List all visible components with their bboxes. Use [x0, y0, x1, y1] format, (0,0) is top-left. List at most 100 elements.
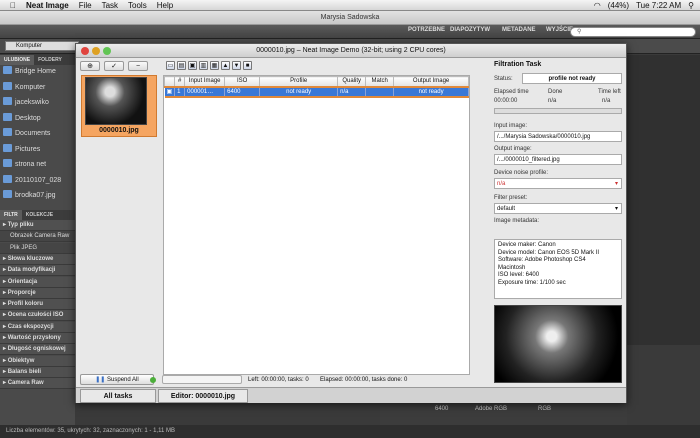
apple-icon[interactable]: 	[10, 1, 16, 10]
tab-favorites[interactable]: ULUBIONE	[0, 55, 35, 65]
battery-status[interactable]: (44%)	[608, 1, 629, 10]
lock-icon[interactable]: ■	[243, 61, 252, 70]
filter-item[interactable]: ▸ Obiektyw	[0, 355, 75, 367]
batch-icon[interactable]: ▥	[199, 61, 208, 70]
filter-label: Czas ekspozycji	[7, 323, 54, 330]
filter-item[interactable]: ▸ Orientacja	[0, 276, 75, 288]
move-up-icon[interactable]: ▲	[221, 61, 230, 70]
move-down-icon[interactable]: ▼	[232, 61, 241, 70]
status-left: Left: 00:00:00, tasks: 0	[248, 377, 309, 383]
sidebar-item-favorite[interactable]: Komputer	[3, 81, 75, 95]
task-status-row: ❚❚ Suspend All Left: 00:00:00, tasks: 0 …	[76, 374, 490, 386]
filter-item[interactable]: ▸ Profil koloru	[0, 299, 75, 311]
tab-filter[interactable]: FILTR	[0, 210, 22, 220]
sidebar-item-favorite[interactable]: brodka07.jpg	[3, 189, 75, 203]
suspend-all-button[interactable]: ❚❚ Suspend All	[80, 374, 154, 385]
workspace-potrzebne[interactable]: POTRZEBNE	[408, 27, 445, 33]
tab-all-tasks[interactable]: All tasks	[80, 389, 156, 403]
ft-timeleft-value: n/a	[602, 98, 611, 104]
add-image-icon: ⊕	[87, 63, 93, 70]
add-image-button[interactable]: ⊕	[80, 61, 100, 71]
filter-item[interactable]: ▸ Czas ekspozycji	[0, 321, 75, 333]
ft-progress	[494, 108, 622, 114]
tab-folders[interactable]: FOLDERY	[34, 55, 66, 65]
filter-label: Ocena czułości ISO	[7, 312, 64, 319]
col-icon[interactable]	[163, 76, 176, 87]
save-icon[interactable]: ▣	[188, 61, 197, 70]
filter-item[interactable]: ▸ Balans bieli	[0, 366, 75, 378]
filter-item[interactable]: ▸ Ocena czułości ISO	[0, 310, 75, 322]
filter-item[interactable]: ▸ Wartość przysłony	[0, 333, 75, 344]
col-profile[interactable]: Profile	[259, 76, 339, 87]
ft-elapsed-label: Elapsed time	[494, 89, 529, 95]
menu-task[interactable]: Task	[102, 1, 118, 10]
workspace-diapozytyw[interactable]: DIAPOZYTYW	[450, 27, 490, 33]
folder-icon	[3, 112, 12, 121]
search-input[interactable]: ⚲	[570, 27, 696, 37]
col-input-image[interactable]: Input Image	[184, 76, 226, 87]
workspace-metadane[interactable]: METADANE	[502, 27, 536, 33]
col-iso[interactable]: ISO	[224, 76, 261, 87]
filter-item[interactable]: Obrazek Camera Raw	[0, 231, 75, 243]
sidebar-item-favorite[interactable]: Desktop	[3, 112, 75, 126]
workspace-wyjscie[interactable]: WYJŚCIE	[546, 27, 573, 33]
filter-item[interactable]: ▸ Typ pliku	[0, 220, 75, 231]
col-output-image[interactable]: Output Image	[393, 76, 469, 87]
clock[interactable]: Tue 7:22 AM	[636, 1, 681, 10]
bridge-preview-panel	[627, 55, 700, 345]
wifi-icon[interactable]: ◠	[594, 1, 601, 10]
spotlight-icon[interactable]: ⚲	[688, 1, 694, 10]
meta-line: Device maker: Canon	[498, 242, 556, 248]
filter-item[interactable]: ▸ Długość ogniskowej	[0, 344, 75, 356]
menu-file[interactable]: File	[79, 1, 92, 10]
filter-item[interactable]: ▸ Proporcje	[0, 287, 75, 299]
sidebar-item-favorite[interactable]: Bridge Home	[3, 65, 75, 79]
path-computer[interactable]: Komputer	[5, 41, 79, 51]
meta-line: ISO level: 6400	[498, 272, 540, 278]
open-icon[interactable]: ▤	[177, 61, 186, 70]
filter-item[interactable]: Plik JPEG	[0, 242, 75, 254]
ft-noise-select[interactable]: n/a ▾	[494, 178, 622, 189]
meta-iso: 6400	[435, 406, 449, 412]
apply-button[interactable]: ✓	[104, 61, 124, 71]
row-iso: 6400	[224, 85, 261, 98]
filter-item[interactable]: ▸ Data modyfikacji	[0, 265, 75, 277]
filter-label: Balans bieli	[7, 368, 42, 375]
tab-editor[interactable]: Editor: 0000010.jpg	[158, 389, 248, 403]
minimize-icon[interactable]	[92, 47, 100, 55]
menu-app-name[interactable]: Neat Image	[26, 1, 69, 10]
menu-tools[interactable]: Tools	[128, 1, 147, 10]
table-row[interactable]: ▣ 1 000001… 6400 not ready n/a not ready	[164, 85, 469, 98]
ft-preset-value: default	[497, 206, 516, 212]
col-match[interactable]: Match	[365, 76, 395, 87]
sidebar-item-favorite[interactable]: 20110107_028	[3, 174, 75, 188]
folder-icon	[3, 97, 12, 105]
menu-help[interactable]: Help	[157, 1, 173, 10]
close-icon[interactable]	[81, 47, 89, 55]
thumbnail-image[interactable]	[85, 77, 147, 125]
tab-collections[interactable]: KOLEKCJE	[22, 210, 57, 220]
suspend-all-label: Suspend All	[107, 377, 139, 383]
filter-label: Orientacja	[7, 278, 38, 285]
filter-label: Proporcje	[7, 289, 36, 296]
filter-label: Obrazek Camera Raw	[10, 233, 70, 240]
ft-metadata-box: Device maker: Canon Device model: Canon …	[494, 239, 622, 299]
remove-button[interactable]: −	[128, 61, 148, 71]
filter-item[interactable]: ▸ Camera Raw	[0, 378, 75, 390]
col-number[interactable]: #	[174, 76, 186, 87]
zoom-icon[interactable]	[103, 47, 111, 55]
thumbnail-label: 0000010.jpg	[99, 127, 139, 134]
sidebar-item-favorite[interactable]: strona net	[3, 158, 75, 172]
status-elapsed: Elapsed: 00:00:00, tasks done: 0	[320, 377, 408, 383]
ft-preset-select[interactable]: default ▾	[494, 203, 622, 214]
task-grid: # Input Image ISO Profile Quality Match …	[163, 75, 470, 375]
ft-output-value[interactable]: /.../0000010_filtered.jpg	[494, 154, 622, 165]
col-quality[interactable]: Quality	[337, 76, 367, 87]
sidebar-item-favorite[interactable]: Pictures	[3, 143, 75, 157]
filter-item[interactable]: ▸ Słowa kluczowe	[0, 253, 75, 265]
queue-icon[interactable]: ▦	[210, 61, 219, 70]
folder-icon[interactable]: ▭	[166, 61, 175, 70]
sidebar-item-favorite[interactable]: jacekswiko	[3, 96, 75, 110]
sidebar-item-favorite[interactable]: Documents	[3, 127, 75, 141]
ft-status-label: Status:	[494, 76, 513, 82]
